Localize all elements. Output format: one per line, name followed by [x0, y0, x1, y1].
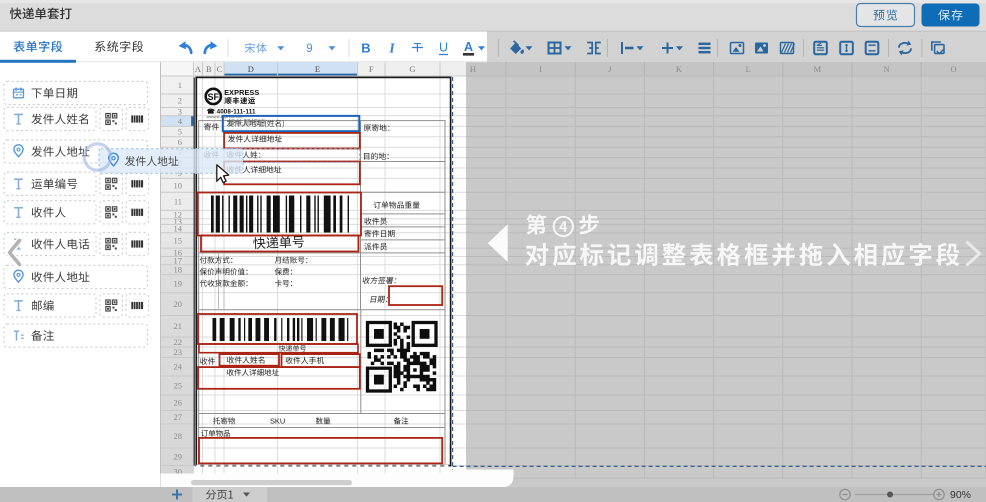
svg-text:18: 18	[174, 265, 183, 275]
svg-text:25: 25	[174, 381, 183, 391]
svg-text:11: 11	[174, 196, 182, 206]
svg-text:I: I	[539, 64, 542, 74]
svg-text:20: 20	[174, 299, 183, 309]
svg-text:EXPRESS: EXPRESS	[224, 88, 259, 97]
svg-text:19: 19	[174, 279, 183, 289]
svg-text:14: 14	[174, 224, 183, 234]
svg-text:L: L	[746, 64, 751, 74]
svg-text:U: U	[439, 40, 448, 54]
svg-text:K: K	[676, 64, 683, 74]
svg-text:E: E	[315, 64, 320, 74]
svg-text:H: H	[470, 64, 476, 74]
svg-text:3: 3	[178, 107, 182, 117]
svg-text:I: I	[388, 41, 395, 56]
svg-text:24: 24	[174, 362, 183, 372]
svg-text:2: 2	[178, 96, 182, 106]
svg-text:F: F	[369, 64, 374, 74]
svg-text:10: 10	[174, 180, 183, 190]
svg-text:N: N	[884, 64, 890, 74]
svg-text:27: 27	[174, 412, 183, 422]
svg-text:22: 22	[174, 337, 183, 347]
svg-text:21: 21	[174, 321, 183, 331]
svg-text:C: C	[217, 64, 223, 74]
svg-text:G: G	[409, 64, 415, 74]
svg-text:A: A	[464, 40, 473, 54]
svg-text:1: 1	[178, 80, 182, 90]
svg-text:D: D	[248, 64, 254, 74]
svg-text:5: 5	[178, 127, 182, 137]
svg-text:6: 6	[178, 137, 182, 147]
svg-text:23: 23	[174, 347, 183, 357]
svg-text:28: 28	[174, 431, 183, 441]
svg-text:M: M	[814, 64, 822, 74]
svg-text:29: 29	[174, 452, 183, 462]
svg-text:90%: 90%	[950, 489, 971, 501]
svg-text:9: 9	[306, 43, 312, 55]
svg-text:B: B	[206, 64, 212, 74]
svg-text:B: B	[361, 41, 370, 56]
svg-text:A: A	[195, 64, 202, 74]
svg-text:O: O	[951, 64, 957, 74]
svg-text:SKU: SKU	[270, 416, 285, 425]
svg-text:SF: SF	[208, 92, 220, 102]
svg-text:15: 15	[174, 235, 183, 245]
svg-text:26: 26	[174, 398, 183, 408]
